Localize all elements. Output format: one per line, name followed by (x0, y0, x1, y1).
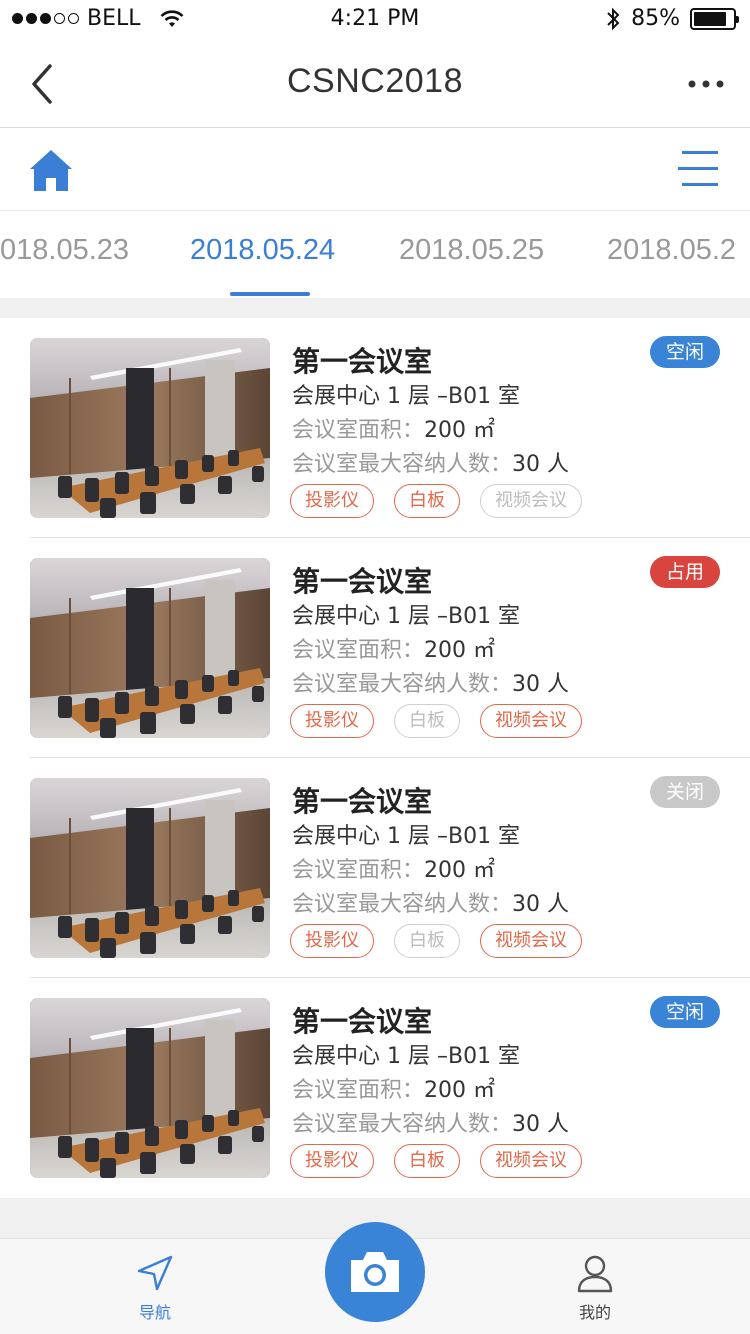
room-name: 第一会议室 (292, 345, 433, 378)
room-card[interactable]: 第一会议室 会展中心 1 层 –B01 室 会议室面积：200 ㎡ 会议室最大容… (30, 318, 750, 538)
room-capacity-label: 会议室最大容纳人数： (292, 672, 513, 697)
menu-button[interactable] (676, 149, 720, 189)
status-badge: 空闲 (650, 996, 720, 1028)
room-list: 第一会议室 会展中心 1 层 –B01 室 会议室面积：200 ㎡ 会议室最大容… (0, 318, 750, 1198)
room-photo (30, 998, 270, 1178)
app-screen: BELL 4:21 PM 85% CSNC2018 018.05.23 2018… (0, 0, 750, 1334)
status-badge: 空闲 (650, 336, 720, 368)
tab-navigation[interactable]: 导航 (105, 1253, 205, 1323)
room-card[interactable]: 第一会议室 会展中心 1 层 –B01 室 会议室面积：200 ㎡ 会议室最大容… (30, 978, 750, 1198)
date-tab[interactable]: 018.05.23 (0, 234, 129, 267)
home-button[interactable] (28, 147, 74, 193)
room-capacity-label: 会议室最大容纳人数： (292, 1112, 513, 1137)
room-feature-tag: 白板 (394, 484, 460, 518)
room-feature-tag: 视频会议 (480, 1144, 582, 1178)
tab-navigation-label: 导航 (138, 1303, 171, 1322)
room-feature-tag: 投影仪 (290, 484, 374, 518)
room-area-value: 200 ㎡ (424, 638, 496, 663)
ellipsis-icon (688, 80, 724, 88)
room-location: 会展中心 1 层 –B01 室 (292, 384, 521, 409)
room-name: 第一会议室 (292, 565, 433, 598)
room-capacity-value: 30 人 (512, 892, 570, 917)
status-badge: 占用 (650, 556, 720, 588)
room-feature-tags: 投影仪 白板 视频会议 (290, 1144, 582, 1178)
room-capacity-value: 30 人 (512, 1112, 570, 1137)
room-capacity-value: 30 人 (512, 672, 570, 697)
page-title: CSNC2018 (287, 62, 463, 100)
room-card[interactable]: 第一会议室 会展中心 1 层 –B01 室 会议室面积：200 ㎡ 会议室最大容… (30, 538, 750, 758)
room-feature-tags: 投影仪 白板 视频会议 (290, 924, 582, 958)
status-right: 85% (605, 6, 739, 31)
room-card[interactable]: 第一会议室 会展中心 1 层 –B01 室 会议室面积：200 ㎡ 会议室最大容… (30, 758, 750, 978)
room-capacity: 会议室最大容纳人数：30 人 (292, 446, 569, 478)
room-photo (30, 338, 270, 518)
active-tab-indicator (230, 292, 310, 296)
nav-bar: CSNC2018 (0, 40, 750, 128)
section-divider (0, 298, 750, 318)
room-feature-tags: 投影仪 白板 视频会议 (290, 484, 582, 518)
status-badge: 关闭 (650, 776, 720, 808)
battery-icon (690, 7, 739, 30)
room-capacity: 会议室最大容纳人数：30 人 (292, 886, 569, 918)
room-capacity: 会议室最大容纳人数：30 人 (292, 666, 569, 698)
room-capacity: 会议室最大容纳人数：30 人 (292, 1106, 569, 1138)
camera-icon (351, 1252, 399, 1292)
bluetooth-icon (607, 7, 620, 30)
room-name: 第一会议室 (292, 1005, 433, 1038)
camera-button[interactable] (325, 1222, 425, 1322)
room-area-value: 200 ㎡ (424, 1078, 496, 1103)
date-tab[interactable]: 2018.05.2 (607, 234, 736, 267)
room-location: 会展中心 1 层 –B01 室 (292, 1044, 521, 1069)
room-area: 会议室面积：200 ㎡ (292, 632, 495, 664)
room-area-label: 会议室面积： (292, 638, 425, 663)
battery-percent: 85% (631, 6, 680, 31)
room-name: 第一会议室 (292, 785, 433, 818)
room-area-label: 会议室面积： (292, 418, 425, 443)
date-tab-active[interactable]: 2018.05.24 (190, 234, 335, 267)
date-tab[interactable]: 2018.05.25 (399, 234, 544, 267)
room-location: 会展中心 1 层 –B01 室 (292, 604, 521, 629)
room-feature-tag: 视频会议 (480, 924, 582, 958)
room-area: 会议室面积：200 ㎡ (292, 852, 495, 884)
room-feature-tag: 白板 (394, 924, 460, 958)
room-feature-tag: 白板 (394, 1144, 460, 1178)
navigation-arrow-icon (137, 1255, 173, 1291)
room-area-value: 200 ㎡ (424, 418, 496, 443)
room-photo (30, 778, 270, 958)
date-tabs: 018.05.23 2018.05.24 2018.05.25 2018.05.… (0, 212, 750, 298)
status-bar: BELL 4:21 PM 85% (0, 0, 750, 40)
room-area: 会议室面积：200 ㎡ (292, 1072, 495, 1104)
sub-toolbar (0, 129, 750, 211)
tab-mine-label: 我的 (578, 1303, 611, 1322)
room-feature-tag: 投影仪 (290, 704, 374, 738)
room-capacity-label: 会议室最大容纳人数： (292, 452, 513, 477)
room-capacity-label: 会议室最大容纳人数： (292, 892, 513, 917)
room-area-value: 200 ㎡ (424, 858, 496, 883)
room-area-label: 会议室面积： (292, 1078, 425, 1103)
room-feature-tag: 投影仪 (290, 1144, 374, 1178)
room-area-label: 会议室面积： (292, 858, 425, 883)
room-feature-tag: 投影仪 (290, 924, 374, 958)
more-button[interactable] (686, 70, 726, 98)
room-feature-tag: 白板 (394, 704, 460, 738)
home-icon (30, 150, 72, 191)
room-feature-tags: 投影仪 白板 视频会议 (290, 704, 582, 738)
battery-level (694, 11, 727, 26)
room-location: 会展中心 1 层 –B01 室 (292, 824, 521, 849)
room-area: 会议室面积：200 ㎡ (292, 412, 495, 444)
tab-mine[interactable]: 我的 (545, 1253, 645, 1323)
user-icon (577, 1255, 613, 1293)
room-photo (30, 558, 270, 738)
room-feature-tag: 视频会议 (480, 484, 582, 518)
room-feature-tag: 视频会议 (480, 704, 582, 738)
room-capacity-value: 30 人 (512, 452, 570, 477)
menu-lines-icon (678, 151, 718, 186)
